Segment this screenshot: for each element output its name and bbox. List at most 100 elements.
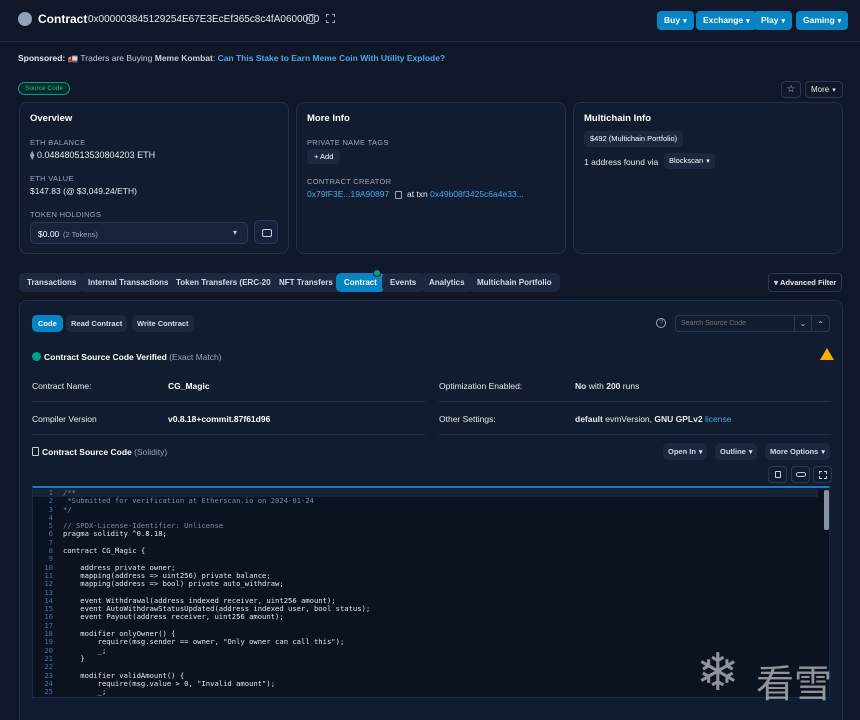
document-icon [32,447,39,456]
tab-transactions[interactable]: Transactions [19,273,85,292]
warning-icon[interactable] [820,348,834,360]
other-settings-value: default evmVersion, GNU GPLv2 license [575,414,731,424]
eth-value-label: ETH VALUE [30,174,74,183]
subtab-write-contract[interactable]: Write Contract [132,315,194,332]
settings-default: default [575,414,603,424]
sponsored-text: 🚛 Traders are Buying [67,53,155,63]
search-next-button[interactable]: ⌄ [794,315,812,332]
sponsored-label: Sponsored: [18,53,66,63]
gaming-button[interactable]: Gaming ▾ [796,11,849,30]
qr-code-icon[interactable] [326,14,335,23]
code-text: *Submitted for verification at Etherscan… [63,496,314,506]
link-button[interactable] [791,466,810,483]
outline-dropdown[interactable]: Outline ▾ [715,443,758,460]
more-options-dropdown[interactable]: More Options ▾ [765,443,830,460]
copy-icon[interactable] [394,190,402,199]
overview-title: Overview [30,113,73,124]
tab-events[interactable]: Events [382,273,425,292]
sponsored-bold: Meme Kombat [154,53,213,63]
tab-internal-transactions[interactable]: Internal Transactions [80,273,177,292]
overview-card: Overview ETH BALANCE ⧫ 0.048480513530804… [19,102,289,254]
favorite-button[interactable]: ☆ [781,81,801,98]
token-holdings-dropdown[interactable]: $0.00 (2 Tokens) ▾ [30,222,248,244]
help-icon[interactable]: ? [656,318,666,328]
chevron-down-icon: ▾ [233,228,238,237]
source-code-lang: (Solidity) [134,447,168,457]
license-link[interactable]: license [705,414,731,424]
copy-icon[interactable] [306,14,315,24]
buy-button[interactable]: Buy ▾ [657,11,694,30]
creator-txn-link[interactable]: 0x49b08f3425c6a4e33... [430,189,524,199]
multichain-portfolio-badge[interactable]: $492 (Multichain Portfolio) [584,131,684,147]
open-in-dropdown[interactable]: Open In ▾ [663,443,708,460]
code-text: */ [63,504,72,514]
contract-name-value: CG_Magic [168,381,210,391]
divider [439,401,831,402]
code-text: contract CG_Magic { [63,546,146,556]
blockscan-dropdown[interactable]: Blockscan ▾ [664,153,715,169]
divider [32,401,425,402]
tab-token-transfers[interactable]: Token Transfers (ERC-20) [168,273,282,292]
divider [32,434,425,435]
address-found-text: 1 address found via [584,157,659,167]
code-text: } [63,653,85,663]
advanced-filter-button[interactable]: ⩔ Advanced Filter [768,273,843,292]
settings-evm: evmVersion, [605,414,653,424]
creator-address-link[interactable]: 0x79fF3E...19A90897 [307,189,389,199]
play-button[interactable]: Play ▾ [754,11,793,30]
fullscreen-button[interactable] [813,466,832,483]
compiler-label: Compiler Version [32,414,97,424]
wallet-icon [262,229,272,237]
exchange-button[interactable]: Exchange ▾ [696,11,757,30]
contract-icon [18,12,32,26]
source-code-badge: Source Code [18,82,70,95]
tab-analytics[interactable]: Analytics [421,273,473,292]
search-prev-button[interactable]: ⌃ [811,315,830,332]
more-info-title: More Info [307,113,350,124]
source-code-badge-label: Source Code [25,85,63,92]
code-text: event Payout(address receiver, uint256 a… [63,612,284,622]
sponsored-link[interactable]: Can This Stake to Earn Meme Coin With Ut… [218,53,446,63]
verified-check-icon [32,352,41,361]
compiler-value: v0.8.18+commit.87f61d96 [168,414,271,424]
code-text: pragma solidity ^0.8.18; [63,529,167,539]
subtab-read-contract[interactable]: Read Contract [66,315,128,332]
verified-check-icon [373,269,381,277]
code-line: 6 pragma solidity ^0.8.18; [33,529,818,539]
code-line: 7 [33,538,818,547]
add-tag-button[interactable]: + Add [307,149,341,164]
watermark-text: 看雪 [756,664,833,706]
page-header: Contract 0x000003845129254E67E3EcEf365c8… [0,0,860,42]
wallet-button[interactable] [254,220,278,244]
eth-balance-value: ⧫ 0.048480513530804203 ETH [30,150,155,161]
link-icon [796,472,806,477]
token-holdings-count: (2 Tokens) [63,230,98,239]
divider [439,434,831,435]
eth-balance-label: ETH BALANCE [30,138,86,147]
contract-creator-row: 0x79fF3E...19A90897 at txn 0x49b08f3425c… [307,189,524,199]
subtab-code[interactable]: Code [32,315,63,332]
snowflake-icon: ❄ [696,644,740,702]
code-line: 16 event Payout(address receiver, uint25… [33,612,818,622]
chevron-down-icon: ⌄ [799,319,807,328]
tab-multichain-portfolio[interactable]: Multichain Portfolio [469,273,560,292]
contract-creator-label: CONTRACT CREATOR [307,177,392,186]
expand-icon [819,471,827,479]
eth-value-price: (@ $3,049.24/ETH) [63,186,137,196]
search-source-code-input[interactable] [675,315,795,332]
editor-scrollbar[interactable] [824,490,829,530]
other-settings-label: Other Settings: [439,414,496,424]
token-holdings-label: TOKEN HOLDINGS [30,210,102,219]
verified-text: Contract Source Code Verified (Exact Mat… [44,352,222,362]
copy-code-button[interactable] [768,466,787,483]
optimization-label: Optimization Enabled: [439,381,523,391]
contract-name-label: Contract Name: [32,381,92,391]
more-dropdown-label: More [811,85,830,94]
code-line: 8 contract CG_Magic { [33,546,818,556]
page-title: Contract [38,12,88,26]
tab-nft-transfers[interactable]: NFT Transfers [271,273,341,292]
watermark: ❄ 看雪 [696,644,846,706]
source-code-heading: Contract Source Code [42,447,132,457]
more-dropdown[interactable]: More ▾ [805,81,843,98]
multichain-info-card: Multichain Info $492 (Multichain Portfol… [573,102,843,254]
